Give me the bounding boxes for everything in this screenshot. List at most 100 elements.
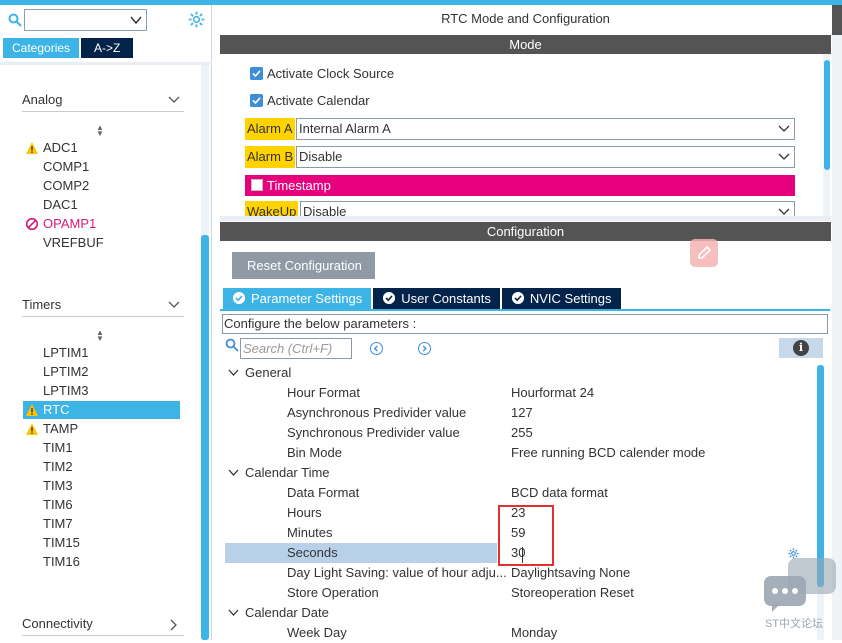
item-label: LPTIM3 — [43, 383, 89, 398]
list-item-tim1[interactable]: TIM1 — [23, 439, 180, 457]
item-label: VREFBUF — [43, 235, 104, 250]
list-item-dac1[interactable]: DAC1 — [23, 196, 180, 214]
warning-icon — [26, 404, 38, 416]
param-value[interactable]: 255 — [511, 423, 533, 443]
previous-match-icon[interactable] — [370, 342, 383, 355]
chevron-down-icon — [168, 96, 180, 103]
list-item-lptim3[interactable]: LPTIM3 — [23, 382, 180, 400]
param-value[interactable]: Storeoperation Reset — [511, 583, 634, 603]
pane-splitter[interactable] — [220, 216, 831, 221]
timestamp-checkbox[interactable] — [251, 179, 263, 191]
param-value[interactable]: Monday — [511, 623, 557, 643]
check-circle-icon — [383, 292, 396, 304]
section-title: Connectivity — [22, 616, 93, 631]
tab-underline — [220, 309, 830, 311]
section-title: Timers — [22, 297, 62, 312]
list-item-tim2[interactable]: TIM2 — [23, 458, 180, 476]
search-combo[interactable] — [24, 9, 147, 31]
param-row-hour-format[interactable]: Hour Format Hourformat 24 — [225, 383, 824, 403]
list-item-comp1[interactable]: COMP1 — [23, 158, 180, 176]
list-item-lptim2[interactable]: LPTIM2 — [23, 363, 180, 381]
group-calendar-date[interactable]: Calendar Date — [228, 603, 329, 623]
list-item-adc1[interactable]: ADC1 — [23, 139, 180, 157]
tab-nvic-settings[interactable]: NVIC Settings — [501, 288, 621, 309]
scrollbar-thumb[interactable] — [201, 235, 209, 640]
item-label: TIM7 — [43, 516, 73, 531]
group-general[interactable]: General — [228, 363, 291, 383]
list-item-comp2[interactable]: COMP2 — [23, 177, 180, 195]
sort-icon[interactable]: ▲ ▼ — [96, 329, 104, 343]
checkbox-activate-calendar[interactable]: Activate Calendar — [250, 93, 370, 109]
item-label: LPTIM1 — [43, 345, 89, 360]
tree-scrollbar[interactable] — [201, 65, 209, 640]
list-item-vrefbuf[interactable]: VREFBUF — [23, 234, 180, 252]
alarm-a-select[interactable]: Internal Alarm A — [296, 118, 795, 140]
reset-configuration-button[interactable]: Reset Configuration — [232, 252, 375, 279]
list-item-tim3[interactable]: TIM3 — [23, 477, 180, 495]
mode-scrollbar[interactable] — [823, 54, 830, 216]
search-icon[interactable] — [8, 13, 22, 27]
param-name: Asynchronous Predivider value — [287, 405, 467, 420]
group-title: Calendar Date — [245, 605, 329, 620]
section-title: Analog — [22, 92, 63, 107]
param-row-sync-predivider[interactable]: Synchronous Predivider value 255 — [225, 423, 824, 443]
text-cursor — [522, 547, 523, 563]
scrollbar-thumb[interactable] — [817, 365, 824, 587]
sort-icon[interactable]: ▲ ▼ — [96, 124, 104, 138]
select-value: Disable — [303, 204, 347, 216]
search-icon[interactable] — [225, 338, 239, 352]
checkbox-activate-clock-source[interactable]: Activate Clock Source — [250, 66, 394, 82]
scrollbar-thumb[interactable] — [824, 60, 830, 170]
param-value[interactable]: Daylightsaving None — [511, 563, 630, 583]
edit-pencil-icon[interactable] — [690, 239, 718, 267]
tab-categories[interactable]: Categories — [3, 38, 80, 58]
info-button[interactable]: i — [779, 338, 823, 358]
gear-icon[interactable] — [188, 11, 205, 28]
section-timers[interactable]: Timers — [22, 297, 184, 317]
group-title: Calendar Time — [245, 465, 330, 480]
list-item-tim16[interactable]: TIM16 — [23, 553, 180, 571]
page-title: RTC Mode and Configuration — [441, 11, 610, 26]
param-row-store-operation[interactable]: Store Operation Storeoperation Reset — [225, 583, 824, 603]
param-value[interactable]: 127 — [511, 403, 533, 423]
list-item-tim6[interactable]: TIM6 — [23, 496, 180, 514]
param-value[interactable]: Hourformat 24 — [511, 383, 594, 403]
param-name: Hour Format — [287, 385, 360, 400]
chevron-down-icon — [778, 153, 790, 160]
tab-parameter-settings[interactable]: Parameter Settings — [223, 288, 372, 309]
section-analog[interactable]: Analog — [22, 92, 184, 112]
param-row-async-predivider[interactable]: Asynchronous Predivider value 127 — [225, 403, 824, 423]
list-item-tim15[interactable]: TIM15 — [23, 534, 180, 552]
param-row-data-format[interactable]: Data Format BCD data format — [225, 483, 824, 503]
list-item-rtc[interactable]: RTC — [23, 401, 180, 419]
alarm-a-label: Alarm A — [245, 118, 295, 140]
list-item-tim7[interactable]: TIM7 — [23, 515, 180, 533]
param-row-bin-mode[interactable]: Bin Mode Free running BCD calender mode — [225, 443, 824, 463]
param-value[interactable]: Free running BCD calender mode — [511, 443, 705, 463]
parameter-search-input[interactable]: Search (Ctrl+F) — [240, 338, 352, 359]
next-match-icon[interactable] — [418, 342, 431, 355]
alarm-b-select[interactable]: Disable — [296, 146, 795, 168]
timestamp-label: Timestamp — [267, 178, 331, 193]
section-connectivity[interactable]: Connectivity — [22, 616, 184, 636]
item-label: ADC1 — [43, 140, 78, 155]
wakeup-select[interactable]: Disable — [300, 201, 795, 216]
window-edge-top — [832, 5, 842, 35]
item-label: TAMP — [43, 421, 79, 436]
alarm-b-row: Alarm B Disable — [245, 146, 795, 168]
item-label: LPTIM2 — [43, 364, 89, 379]
group-calendar-time[interactable]: Calendar Time — [228, 463, 330, 483]
param-value[interactable]: BCD data format — [511, 483, 608, 503]
list-item-opamp1[interactable]: OPAMP1 — [23, 215, 180, 233]
list-item-lptim1[interactable]: LPTIM1 — [23, 344, 180, 362]
param-name: Day Light Saving: value of hour adju... — [287, 565, 507, 580]
tab-user-constants[interactable]: User Constants — [373, 288, 500, 309]
param-name: Data Format — [287, 485, 360, 500]
timestamp-row[interactable]: Timestamp — [245, 175, 795, 196]
item-label: TIM3 — [43, 478, 73, 493]
param-row-daylight-saving[interactable]: Day Light Saving: value of hour adju... D… — [225, 563, 824, 583]
param-row-week-day[interactable]: Week Day Monday — [225, 623, 824, 643]
tab-label: User Constants — [401, 291, 491, 306]
tab-a-z[interactable]: A->Z — [81, 38, 134, 58]
list-item-tamp[interactable]: TAMP — [23, 420, 180, 438]
